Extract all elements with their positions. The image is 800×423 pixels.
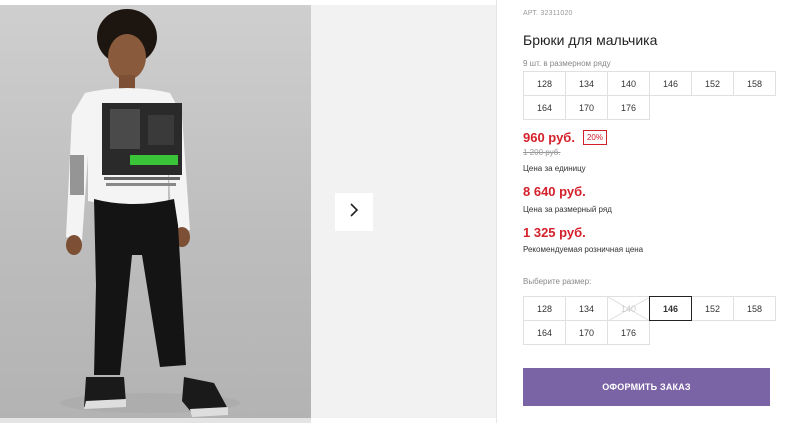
range-price-label: Цена за размерный ряд xyxy=(523,205,612,214)
pack-note: 9 шт. в размерном ряду xyxy=(523,59,611,68)
size-option[interactable]: 152 xyxy=(691,296,734,321)
product-title: Брюки для мальчика xyxy=(523,32,658,48)
old-price: 1 200 руб. xyxy=(523,148,561,157)
size-option-selected[interactable]: 146 xyxy=(649,296,692,321)
retail-price: 1 325 руб. xyxy=(523,225,586,240)
size-option[interactable]: 164 xyxy=(523,320,566,345)
unit-price-label: Цена за единицу xyxy=(523,164,586,173)
pack-size-cell: 152 xyxy=(691,71,734,96)
pack-size-cell: 134 xyxy=(565,71,608,96)
size-option[interactable]: 134 xyxy=(565,296,608,321)
choose-size-label: Выберите размер: xyxy=(523,277,592,286)
article-number: АРТ. 32311020 xyxy=(523,10,573,17)
retail-price-label: Рекомендуемая розничная цена xyxy=(523,245,644,254)
pack-size-grid: 128 134 140 146 152 158 164 170 176 xyxy=(523,71,776,120)
size-option-label: 140 xyxy=(620,303,637,314)
size-option[interactable]: 176 xyxy=(607,320,650,345)
pack-size-cell: 146 xyxy=(649,71,692,96)
product-page: АРТ. 32311020 Брюки для мальчика 9 шт. в… xyxy=(0,0,800,423)
gallery-next-button[interactable] xyxy=(335,193,373,231)
chevron-right-icon xyxy=(347,202,361,222)
unit-price: 960 руб. xyxy=(523,130,575,145)
pack-size-cell: 170 xyxy=(565,95,608,120)
price-row: 960 руб. 20% xyxy=(523,130,607,145)
size-option-unavailable: 140 xyxy=(607,296,650,321)
order-button[interactable]: ОФОРМИТЬ ЗАКАЗ xyxy=(523,368,770,406)
product-gallery xyxy=(0,0,496,423)
product-photo xyxy=(0,5,311,418)
pack-size-cell: 158 xyxy=(733,71,776,96)
size-selector: 128 134 140 146 152 158 164 170 176 xyxy=(523,296,776,345)
column-divider xyxy=(496,0,497,423)
discount-badge: 20% xyxy=(582,130,607,145)
size-option[interactable]: 158 xyxy=(733,296,776,321)
pack-size-cell: 128 xyxy=(523,71,566,96)
size-option[interactable]: 170 xyxy=(565,320,608,345)
range-price: 8 640 руб. xyxy=(523,184,586,199)
pack-size-cell: 176 xyxy=(607,95,650,120)
thumbnail-strip[interactable] xyxy=(0,418,311,423)
pack-size-cell: 164 xyxy=(523,95,566,120)
size-option[interactable]: 128 xyxy=(523,296,566,321)
pack-size-cell: 140 xyxy=(607,71,650,96)
